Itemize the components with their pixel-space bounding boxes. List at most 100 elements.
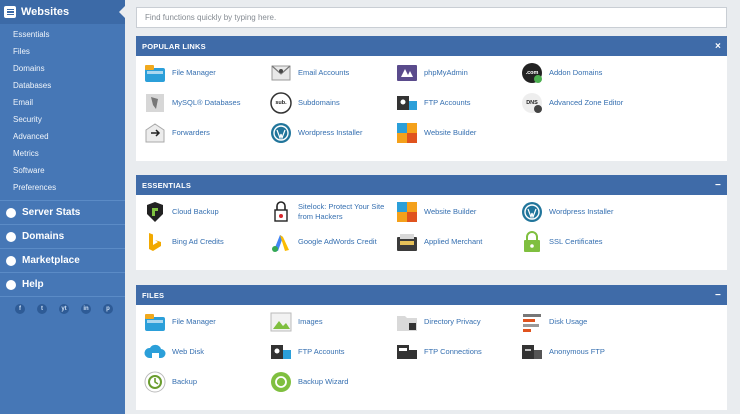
facebook-icon[interactable]: f — [15, 304, 25, 314]
merchant-icon — [396, 231, 418, 253]
files-item-ftp-accounts[interactable]: FTP Accounts — [270, 340, 396, 364]
sidebar-item-files[interactable]: Files — [0, 43, 125, 60]
addon-domains-icon: .com — [521, 62, 543, 84]
popular-item-wordpress-installer[interactable]: Wordpress Installer — [270, 121, 396, 145]
files-item-images[interactable]: Images — [270, 310, 396, 334]
item-label: Google AdWords Credit — [298, 237, 377, 246]
item-label: FTP Accounts — [424, 98, 471, 107]
collapse-icon[interactable]: − — [715, 290, 721, 301]
web-disk-icon — [144, 341, 166, 363]
search-input[interactable]: Find functions quickly by typing here. — [136, 7, 727, 28]
disk-usage-icon — [521, 311, 543, 333]
panel-title: POPULAR LINKS — [142, 41, 206, 51]
anonymous-ftp-icon — [521, 341, 543, 363]
icon-badge-text: .com — [525, 70, 539, 76]
sidebar-section-help[interactable]: Help — [0, 272, 125, 296]
files-item-file-manager[interactable]: File Manager — [144, 310, 270, 334]
item-label: Website Builder — [424, 207, 477, 216]
panel-title: FILES — [142, 290, 165, 300]
popular-item-advanced-zone-editor[interactable]: DNS Advanced Zone Editor — [521, 91, 646, 115]
popular-item-subdomains[interactable]: sub. Subdomains — [270, 91, 396, 115]
popular-item-forwarders[interactable]: Forwarders — [144, 121, 270, 145]
item-label: Email Accounts — [298, 68, 350, 77]
sidebar-item-metrics[interactable]: Metrics — [0, 145, 125, 162]
essentials-item-bing-ad-credits[interactable]: Bing Ad Credits — [144, 230, 270, 254]
files-header: FILES − — [136, 285, 727, 305]
email-accounts-icon — [270, 62, 292, 84]
close-icon[interactable]: × — [715, 41, 721, 52]
item-label: Disk Usage — [549, 317, 588, 326]
ftp-accounts-icon — [270, 341, 292, 363]
files-item-backup[interactable]: Backup — [144, 370, 270, 394]
backup-wizard-icon — [270, 371, 292, 393]
essentials-item-wordpress-installer[interactable]: Wordpress Installer — [521, 200, 646, 224]
essentials-item-cloud-backup[interactable]: Cloud Backup — [144, 200, 270, 224]
essentials-header: ESSENTIALS − — [136, 175, 727, 195]
youtube-icon[interactable]: yt — [59, 304, 69, 314]
files-item-anonymous-ftp[interactable]: Anonymous FTP — [521, 340, 646, 364]
forwarders-icon — [144, 122, 166, 144]
essentials-item-website-builder[interactable]: Website Builder — [396, 200, 521, 224]
cart-icon — [6, 255, 16, 266]
popular-item-ftp-accounts[interactable]: FTP Accounts — [396, 91, 521, 115]
twitter-icon[interactable]: t — [37, 304, 47, 314]
files-panel: FILES − File Manager Images Directory Priv… — [136, 285, 727, 410]
sidebar-item-email[interactable]: Email — [0, 94, 125, 111]
sidebar-item-advanced[interactable]: Advanced — [0, 128, 125, 145]
popular-links-panel: POPULAR LINKS × File Manager Email Accoun… — [136, 36, 727, 161]
files-item-disk-usage[interactable]: Disk Usage — [521, 310, 646, 334]
essentials-item-applied-merchant[interactable]: Applied Merchant — [396, 230, 521, 254]
section-label: Domains — [22, 231, 65, 242]
files-item-backup-wizard[interactable]: Backup Wizard — [270, 370, 396, 394]
popular-item-mysql-databases[interactable]: MySQL® Databases — [144, 91, 270, 115]
popular-item-file-manager[interactable]: File Manager — [144, 61, 270, 85]
list-icon — [4, 6, 16, 18]
ftp-connections-icon — [396, 341, 418, 363]
popular-links-header: POPULAR LINKS × — [136, 36, 727, 56]
sidebar-item-software[interactable]: Software — [0, 162, 125, 179]
essentials-item-ssl-certificates[interactable]: SSL Certificates — [521, 230, 646, 254]
website-builder-icon — [396, 122, 418, 144]
sidebar-section-marketplace[interactable]: Marketplace — [0, 248, 125, 272]
popular-item-addon-domains[interactable]: .com Addon Domains — [521, 61, 646, 85]
sidebar-section-domains[interactable]: Domains — [0, 224, 125, 248]
files-item-web-disk[interactable]: Web Disk — [144, 340, 270, 364]
popular-item-website-builder[interactable]: Website Builder — [396, 121, 521, 145]
pinterest-icon[interactable]: p — [103, 304, 113, 314]
backup-icon — [144, 371, 166, 393]
sidebar-item-essentials[interactable]: Essentials — [0, 26, 125, 43]
popular-links-grid: File Manager Email Accounts phpMyAdmin .com… — [136, 56, 727, 145]
section-label: Marketplace — [22, 255, 80, 266]
linkedin-icon[interactable]: in — [81, 304, 91, 314]
sidebar-item-databases[interactable]: Databases — [0, 77, 125, 94]
collapse-icon[interactable]: − — [715, 180, 721, 191]
file-manager-icon — [144, 62, 166, 84]
sidebar-section-server-stats[interactable]: Server Stats — [0, 200, 125, 224]
wordpress-icon — [521, 201, 543, 223]
sidebar-websites-header[interactable]: Websites — [0, 0, 126, 24]
item-label: Subdomains — [298, 98, 340, 107]
sidebar-item-security[interactable]: Security — [0, 111, 125, 128]
item-label: File Manager — [172, 68, 216, 77]
item-label: Wordpress Installer — [549, 207, 614, 216]
panel-title: ESSENTIALS — [142, 180, 192, 190]
item-label: Images — [298, 317, 323, 326]
popular-item-phpmyadmin[interactable]: phpMyAdmin — [396, 61, 521, 85]
item-label: Backup — [172, 377, 198, 386]
files-item-directory-privacy[interactable]: Directory Privacy — [396, 310, 521, 334]
item-label: Anonymous FTP — [549, 347, 605, 356]
sidebar-item-preferences[interactable]: Preferences — [0, 179, 125, 196]
essentials-item-google-adwords-credit[interactable]: Google AdWords Credit — [270, 230, 396, 254]
files-item-ftp-connections[interactable]: FTP Connections — [396, 340, 521, 364]
item-label: Forwarders — [172, 128, 210, 137]
images-icon — [270, 311, 292, 333]
essentials-grid: Cloud Backup Sitelock: Protect Your Site … — [136, 195, 727, 254]
social-links: f t yt in p — [0, 296, 125, 314]
popular-item-email-accounts[interactable]: Email Accounts — [270, 61, 396, 85]
sidebar-item-domains[interactable]: Domains — [0, 60, 125, 77]
subdomains-icon: sub. — [270, 92, 292, 114]
help-icon — [6, 279, 16, 290]
item-label: Sitelock: Protect Your Site from Hackers — [298, 202, 385, 221]
essentials-item-sitelock-protect-your-site-from-hackers[interactable]: Sitelock: Protect Your Site from Hackers — [270, 200, 396, 224]
active-indicator — [119, 5, 126, 19]
